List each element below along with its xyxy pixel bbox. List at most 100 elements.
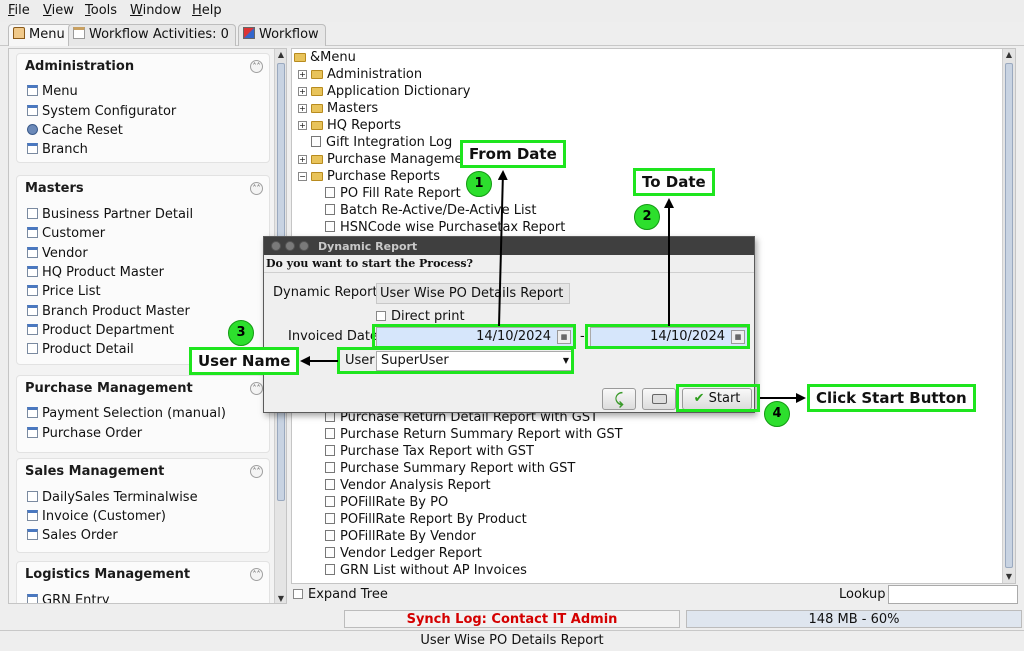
- checkbox-icon[interactable]: [293, 589, 303, 599]
- tree-scrollbar[interactable]: ▲ ▼: [1002, 49, 1015, 583]
- sidebar-item-vendor[interactable]: Vendor: [27, 246, 88, 261]
- sidebar-item-menu[interactable]: Menu: [27, 84, 78, 99]
- tree-item-application-dictionary[interactable]: + Application Dictionary: [298, 84, 470, 99]
- tree-item-label: HQ Reports: [327, 118, 402, 133]
- expand-icon[interactable]: +: [298, 87, 307, 96]
- menu-window[interactable]: Window: [130, 3, 181, 18]
- menu-view[interactable]: View: [43, 3, 74, 18]
- tree-root-label: &Menu: [310, 50, 356, 65]
- gear-icon: [27, 124, 38, 135]
- sidebar-item-hq-product-master[interactable]: HQ Product Master: [27, 265, 164, 280]
- tree-item-purchase-tax-report[interactable]: Purchase Tax Report with GST: [325, 444, 534, 459]
- expand-icon[interactable]: +: [298, 70, 307, 79]
- highlight-from-date: [372, 324, 576, 349]
- sidebar-item-sales-order[interactable]: Sales Order: [27, 528, 118, 543]
- sidebar-item-price-list[interactable]: Price List: [27, 284, 101, 299]
- print-button[interactable]: [642, 388, 676, 410]
- tree-item-vendor-analysis-report[interactable]: Vendor Analysis Report: [325, 478, 491, 493]
- sidebar-item-dailysales[interactable]: DailySales Terminalwise: [27, 490, 198, 505]
- close-window-icon[interactable]: [271, 241, 281, 251]
- tree-item-hq-reports[interactable]: + HQ Reports: [298, 118, 401, 133]
- menu-file[interactable]: File: [8, 3, 30, 18]
- sidebar-item-business-partner-detail[interactable]: Business Partner Detail: [27, 207, 193, 222]
- minimize-window-icon[interactable]: [285, 241, 295, 251]
- sidebar-item-purchase-order[interactable]: Purchase Order: [27, 426, 142, 441]
- synch-log-status[interactable]: Synch Log: Contact IT Admin: [344, 610, 680, 628]
- tree-root[interactable]: &Menu: [294, 50, 356, 65]
- tree-item-pofillrate-by-product[interactable]: POFillRate Report By Product: [325, 512, 527, 527]
- scroll-down-icon[interactable]: ▼: [1003, 571, 1015, 583]
- checkbox-icon[interactable]: [376, 311, 386, 321]
- sidebar-item-cache-reset[interactable]: Cache Reset: [27, 123, 123, 138]
- status-footer: User Wise PO Details Report: [0, 630, 1024, 650]
- document-icon: [311, 136, 321, 147]
- window-icon: [27, 594, 38, 603]
- tree-item-batch-reactive-list[interactable]: Batch Re-Active/De-Active List: [325, 203, 536, 218]
- expand-icon[interactable]: +: [298, 155, 307, 164]
- tree-item-po-fill-rate-report[interactable]: PO Fill Rate Report: [325, 186, 461, 201]
- lookup-input[interactable]: [888, 585, 1018, 604]
- collapse-icon[interactable]: ˄˄: [250, 465, 263, 478]
- sidebar-item-label: Payment Selection (manual): [42, 406, 226, 421]
- tree-item-label: Vendor Ledger Report: [340, 546, 482, 561]
- collapse-icon[interactable]: ˄˄: [250, 382, 263, 395]
- document-icon: [325, 530, 335, 541]
- tree-item-pofillrate-by-po[interactable]: POFillRate By PO: [325, 495, 448, 510]
- document-icon: [325, 547, 335, 558]
- expand-icon[interactable]: +: [298, 104, 307, 113]
- scroll-down-icon[interactable]: ▼: [275, 593, 286, 603]
- sidebar-item-branch-product-master[interactable]: Branch Product Master: [27, 304, 190, 319]
- sidebar-item-branch[interactable]: Branch: [27, 142, 88, 157]
- sidebar-item-label: Customer: [42, 226, 106, 241]
- tab-workflow[interactable]: Workflow: [238, 24, 326, 46]
- sidebar-item-system-configurator[interactable]: System Configurator: [27, 104, 176, 119]
- tree-item-purchase-management[interactable]: + Purchase Management: [298, 152, 476, 167]
- step-badge-1: 1: [466, 171, 492, 197]
- document-icon: [325, 479, 335, 490]
- sidebar-item-label: GRN Entry: [42, 593, 110, 604]
- step-badge-2: 2: [634, 204, 660, 230]
- tree-item-hsncode-purchasetax[interactable]: HSNCode wise Purchasetax Report: [325, 220, 565, 235]
- collapse-icon[interactable]: ˄˄: [250, 60, 263, 73]
- expand-tree-checkbox[interactable]: Expand Tree: [293, 587, 388, 602]
- tree-item-purchase-reports[interactable]: − Purchase Reports: [298, 169, 440, 184]
- tree-item-label: Masters: [327, 101, 379, 116]
- tab-workflow-activities[interactable]: Workflow Activities: 0: [68, 24, 236, 46]
- scroll-up-icon[interactable]: ▲: [1003, 49, 1015, 61]
- sidebar-item-invoice-customer[interactable]: Invoice (Customer): [27, 509, 166, 524]
- house-icon: [13, 27, 25, 39]
- tree-item-administration[interactable]: + Administration: [298, 67, 422, 82]
- collapse-icon[interactable]: ˄˄: [250, 568, 263, 581]
- tree-item-purchase-summary-report[interactable]: Purchase Summary Report with GST: [325, 461, 575, 476]
- sidebar-item-grn-entry[interactable]: GRN Entry: [27, 593, 110, 604]
- sidebar-item-product-department[interactable]: Product Department: [27, 323, 174, 338]
- tree-item-vendor-ledger-report[interactable]: Vendor Ledger Report: [325, 546, 482, 561]
- direct-print-checkbox[interactable]: Direct print: [376, 309, 465, 324]
- refresh-button[interactable]: ⤹: [602, 388, 636, 410]
- dialog-titlebar[interactable]: Dynamic Report: [264, 237, 754, 255]
- memory-status[interactable]: 148 MB - 60%: [686, 610, 1022, 628]
- tree-item-gift-integration-log[interactable]: Gift Integration Log: [311, 135, 452, 150]
- sidebar-item-payment-selection[interactable]: Payment Selection (manual): [27, 406, 226, 421]
- collapse-tree-icon[interactable]: −: [298, 172, 307, 181]
- tree-item-purchase-return-summary[interactable]: Purchase Return Summary Report with GST: [325, 427, 623, 442]
- scroll-up-icon[interactable]: ▲: [275, 49, 286, 61]
- menu-help[interactable]: Help: [192, 3, 222, 18]
- sidebar-item-customer[interactable]: Customer: [27, 226, 105, 241]
- form-icon: [27, 208, 38, 219]
- tree-item-pofillrate-by-vendor[interactable]: POFillRate By Vendor: [325, 529, 476, 544]
- folder-icon: [311, 121, 323, 130]
- window-icon: [27, 407, 38, 418]
- maximize-window-icon[interactable]: [299, 241, 309, 251]
- annotation-to-date: To Date: [633, 168, 715, 196]
- menu-tools[interactable]: Tools: [85, 3, 117, 18]
- lookup-label: Lookup: [839, 587, 886, 602]
- expand-icon[interactable]: +: [298, 121, 307, 130]
- collapse-icon[interactable]: ˄˄: [250, 182, 263, 195]
- tree-item-grn-list[interactable]: GRN List without AP Invoices: [325, 563, 527, 578]
- tree-item-masters[interactable]: + Masters: [298, 101, 378, 116]
- document-icon: [325, 445, 335, 456]
- sidebar-item-product-detail[interactable]: Product Detail: [27, 342, 134, 357]
- scrollbar-thumb[interactable]: [1005, 63, 1013, 568]
- tab-menu[interactable]: Menu: [8, 24, 72, 46]
